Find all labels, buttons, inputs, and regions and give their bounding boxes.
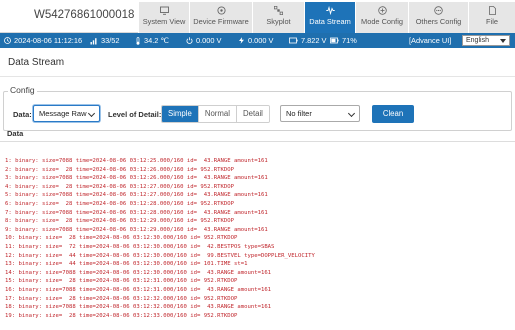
tab-data-stream[interactable]: Data Stream bbox=[304, 2, 355, 33]
clean-button[interactable]: Clean bbox=[372, 105, 414, 123]
log-line: 5: binary: size=7088 time=2024-08-06 03:… bbox=[5, 192, 268, 199]
current-value: 0.000 V bbox=[248, 36, 274, 45]
log-line: 11: binary: size= 72 time=2024-08-06 03:… bbox=[5, 243, 275, 250]
log-line: 1: binary: size=7088 time=2024-08-06 03:… bbox=[5, 158, 268, 164]
detail-normal-button[interactable]: Normal bbox=[198, 106, 237, 122]
voltage1-value: 0.000 V bbox=[196, 36, 222, 45]
battery-icon bbox=[330, 37, 339, 44]
log-line: 9: binary: size=7088 time=2024-08-06 03:… bbox=[5, 226, 268, 233]
status-satellites: 33/52 bbox=[90, 33, 120, 48]
tab-label: File bbox=[486, 17, 498, 26]
tab-label: Device Firmware bbox=[193, 17, 249, 26]
power-icon bbox=[186, 37, 193, 44]
status-current: 0.000 V bbox=[238, 33, 273, 48]
temperature-value: 34.2 ℃ bbox=[144, 36, 169, 45]
more-icon bbox=[434, 6, 443, 15]
log-line: 15: binary: size= 28 time=2024-08-06 03:… bbox=[5, 278, 238, 285]
divider bbox=[0, 141, 515, 142]
page-title: Data Stream bbox=[8, 57, 65, 68]
data-type-value: Message Raw bbox=[39, 109, 87, 118]
status-voltage1: 0.000 V bbox=[186, 33, 221, 48]
log-line: 13: binary: size= 44 time=2024-08-06 03:… bbox=[5, 261, 248, 268]
satellites-value: 33/52 bbox=[101, 36, 120, 45]
status-datetime: 2024-08-06 11:12:16 bbox=[4, 33, 82, 48]
tab-label: System View bbox=[142, 17, 186, 26]
tab-skyplot[interactable]: Skyplot bbox=[252, 2, 304, 33]
waveform-icon bbox=[325, 6, 335, 15]
main-nav-tabs: System View Device Firmware Skyplot Data… bbox=[138, 2, 515, 33]
data-stream-log: 1: binary: size=7088 time=2024-08-06 03:… bbox=[5, 157, 510, 330]
device-id: W54276861000018 bbox=[34, 9, 135, 21]
data-label: Data: bbox=[13, 110, 32, 119]
sliders-icon bbox=[377, 6, 387, 15]
tab-file[interactable]: File bbox=[468, 2, 515, 33]
chevron-down-icon bbox=[87, 109, 96, 118]
battery-plug-icon bbox=[289, 37, 298, 44]
filter-select[interactable]: No filter bbox=[280, 105, 360, 122]
tab-mode-config[interactable]: Mode Config bbox=[355, 2, 408, 33]
signal-icon bbox=[90, 37, 97, 44]
status-voltage2: 7.822 V bbox=[289, 33, 326, 48]
log-line: 10: binary: size= 28 time=2024-08-06 03:… bbox=[5, 235, 238, 242]
datetime-value: 2024-08-06 11:12:16 bbox=[14, 36, 83, 45]
log-line: 12: binary: size= 44 time=2024-08-06 03:… bbox=[5, 252, 315, 259]
monitor-icon bbox=[159, 6, 169, 15]
detail-level-toggle: Simple Normal Detail bbox=[161, 105, 270, 123]
data-section-tab[interactable]: Data bbox=[7, 129, 23, 138]
log-line: 19: binary: size= 28 time=2024-08-06 03:… bbox=[5, 312, 238, 319]
lightning-icon bbox=[239, 37, 244, 44]
chevron-down-icon bbox=[347, 109, 356, 118]
log-line: 2: binary: size= 28 time=2024-08-06 03:1… bbox=[5, 166, 235, 173]
tab-label: Skyplot bbox=[266, 17, 291, 26]
log-line: 8: binary: size= 28 time=2024-08-06 03:1… bbox=[5, 218, 235, 225]
log-line: 18: binary: size=7088 time=2024-08-06 03… bbox=[5, 304, 272, 311]
log-line: 6: binary: size= 28 time=2024-08-06 03:1… bbox=[5, 200, 235, 207]
battery-value: 71% bbox=[342, 36, 357, 45]
status-temperature: 34.2 ℃ bbox=[135, 33, 169, 48]
log-line: 16: binary: size=7088 time=2024-08-06 03… bbox=[5, 286, 272, 293]
file-icon bbox=[488, 6, 497, 15]
divider bbox=[0, 76, 515, 77]
tab-label: Mode Config bbox=[361, 17, 403, 26]
data-type-select[interactable]: Message Raw bbox=[33, 105, 100, 122]
detail-detail-button[interactable]: Detail bbox=[236, 106, 269, 122]
log-line: 17: binary: size= 28 time=2024-08-06 03:… bbox=[5, 295, 238, 302]
advance-ui-link[interactable]: [Advance UI] bbox=[409, 33, 451, 48]
top-header: W54276861000018 System View Device Firmw… bbox=[0, 0, 515, 33]
log-line: 7: binary: size=7088 time=2024-08-06 03:… bbox=[5, 209, 268, 216]
config-legend: Config bbox=[8, 85, 37, 95]
clock-icon bbox=[4, 37, 11, 44]
language-select[interactable]: English bbox=[462, 35, 510, 46]
satellite-icon bbox=[274, 6, 283, 15]
settings-icon bbox=[216, 6, 226, 15]
detail-simple-button[interactable]: Simple bbox=[162, 106, 199, 122]
tab-others-config[interactable]: Others Config bbox=[408, 2, 468, 33]
tab-label: Data Stream bbox=[309, 17, 351, 26]
log-line: 14: binary: size=7088 time=2024-08-06 03… bbox=[5, 269, 272, 276]
log-line: 3: binary: size=7088 time=2024-08-06 03:… bbox=[5, 175, 268, 182]
thermometer-icon bbox=[136, 36, 140, 45]
tab-system-view[interactable]: System View bbox=[138, 2, 189, 33]
status-bar: 2024-08-06 11:12:16 33/52 34.2 ℃ 0.000 V… bbox=[0, 33, 515, 48]
detail-label: Level of Detail: bbox=[108, 110, 162, 119]
filter-value: No filter bbox=[286, 109, 312, 118]
status-battery: 71% bbox=[330, 33, 357, 48]
log-line: 4: binary: size= 28 time=2024-08-06 03:1… bbox=[5, 183, 235, 190]
voltage2-value: 7.822 V bbox=[301, 36, 327, 45]
tab-device-firmware[interactable]: Device Firmware bbox=[189, 2, 252, 33]
tab-label: Others Config bbox=[415, 17, 462, 26]
